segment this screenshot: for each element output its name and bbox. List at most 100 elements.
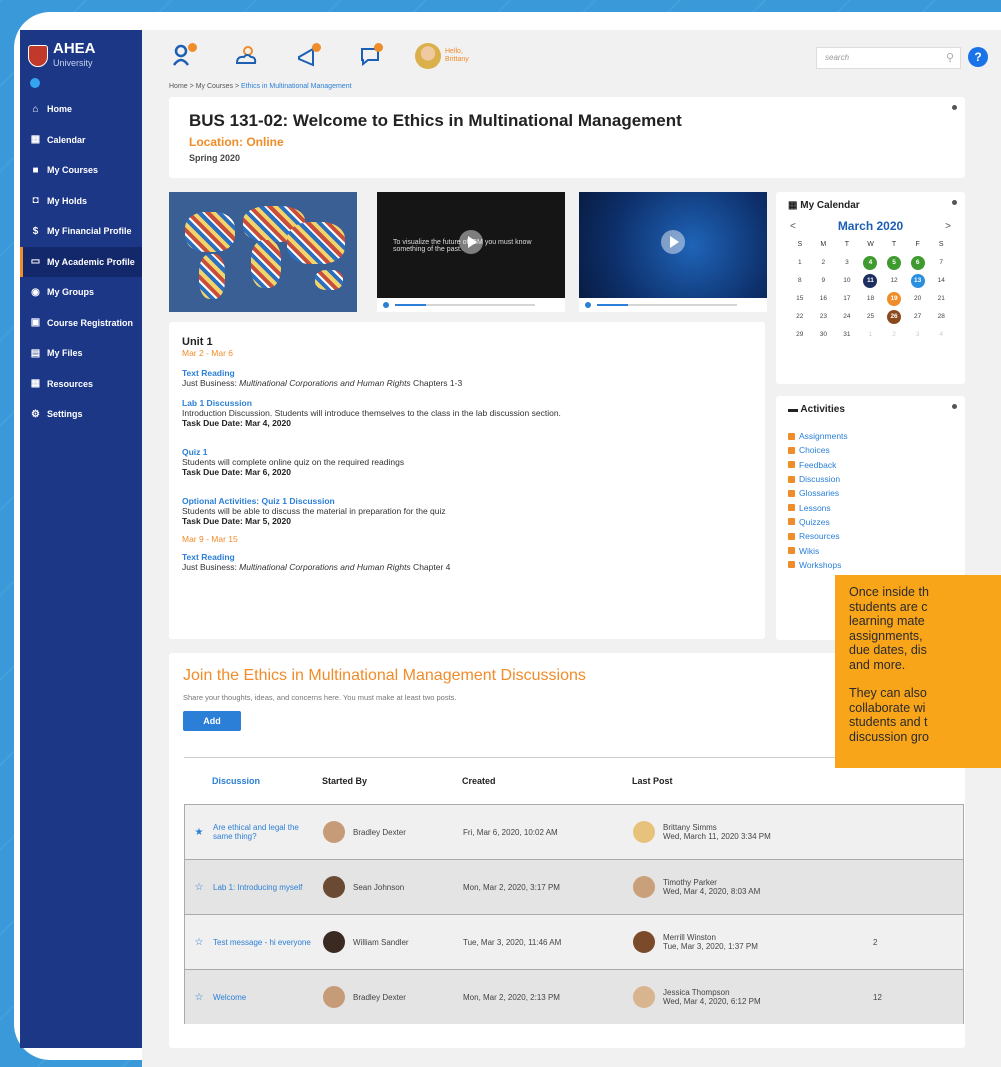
star-outline-icon[interactable]: ☆ xyxy=(185,882,213,893)
calendar-day[interactable]: 17 xyxy=(835,292,859,306)
calendar-day[interactable]: 30 xyxy=(812,328,836,342)
calendar-day[interactable]: 12 xyxy=(882,274,906,288)
activity-link[interactable]: Resources xyxy=(788,529,953,543)
calendar-day[interactable]: 4 xyxy=(859,256,883,270)
play-icon[interactable] xyxy=(661,230,685,255)
calendar-day[interactable]: 8 xyxy=(788,274,812,288)
breadcrumb-current[interactable]: Ethics in Multinational Management xyxy=(241,83,352,90)
video-player-2[interactable] xyxy=(579,192,767,312)
gear-icon[interactable] xyxy=(952,404,957,409)
calendar-day[interactable]: 16 xyxy=(812,292,836,306)
activity-link[interactable]: Lessons xyxy=(788,500,953,514)
calendar-day[interactable]: 9 xyxy=(812,274,836,288)
calendar-day[interactable]: 7 xyxy=(929,256,953,270)
quiz-link[interactable]: Quiz 1 xyxy=(182,447,752,457)
video-progress-bar[interactable] xyxy=(597,304,737,306)
sidebar-item-my-groups[interactable]: ◉ My Groups xyxy=(20,277,142,308)
activity-link[interactable]: Quizzes xyxy=(788,515,953,529)
calendar-day[interactable]: 28 xyxy=(929,310,953,324)
calendar-day[interactable]: 26 xyxy=(882,310,906,324)
discussion-link[interactable]: Test message - hi everyone xyxy=(213,938,323,947)
calendar-day[interactable]: 1 xyxy=(788,256,812,270)
weather-icon[interactable] xyxy=(229,41,263,71)
table-row[interactable]: ☆ Test message - hi everyone William Sandl… xyxy=(184,914,964,969)
activity-link[interactable]: Feedback xyxy=(788,458,953,472)
calendar-day[interactable]: 27 xyxy=(906,310,930,324)
university-logo[interactable]: AHEA University xyxy=(20,30,142,72)
calendar-day[interactable]: 22 xyxy=(788,310,812,324)
sidebar-item-course-registration[interactable]: ▣ Course Registration xyxy=(20,308,142,339)
calendar-day[interactable]: 23 xyxy=(812,310,836,324)
calendar-day[interactable]: 31 xyxy=(835,328,859,342)
add-discussion-button[interactable]: Add xyxy=(183,711,241,731)
gear-icon[interactable] xyxy=(952,105,957,110)
calendar-day[interactable]: 24 xyxy=(835,310,859,324)
discussion-link[interactable]: Lab 1: Introducing myself xyxy=(213,883,323,892)
activity-link[interactable]: Wikis xyxy=(788,543,953,557)
column-header[interactable]: Created xyxy=(462,776,632,786)
calendar-day[interactable]: 11 xyxy=(859,274,883,288)
activity-link[interactable]: Assignments xyxy=(788,429,953,443)
calendar-day[interactable]: 6 xyxy=(906,256,930,270)
calendar-day[interactable]: 1 xyxy=(859,328,883,342)
breadcrumb-home[interactable]: Home xyxy=(169,83,188,90)
calendar-day[interactable]: 3 xyxy=(835,256,859,270)
calendar-day[interactable]: 2 xyxy=(812,256,836,270)
sidebar-item-settings[interactable]: ⚙ Settings xyxy=(20,399,142,430)
table-row[interactable]: ☆ Lab 1: Introducing myself Sean Johnson Mo… xyxy=(184,859,964,914)
sidebar-item-my-courses[interactable]: ■ My Courses xyxy=(20,155,142,186)
calendar-day[interactable]: 13 xyxy=(906,274,930,288)
calendar-day[interactable]: 15 xyxy=(788,292,812,306)
breadcrumb-my-courses[interactable]: My Courses xyxy=(196,83,233,90)
world-map-image[interactable] xyxy=(169,192,357,312)
star-filled-icon[interactable]: ★ xyxy=(185,827,213,838)
sidebar-item-my-holds[interactable]: ◘ My Holds xyxy=(20,186,142,217)
column-header[interactable]: Started By xyxy=(322,776,462,786)
calendar-day[interactable]: 29 xyxy=(788,328,812,342)
user-avatar[interactable] xyxy=(415,43,441,69)
chevron-right-icon[interactable]: > xyxy=(945,221,951,232)
video-player-1[interactable]: To visualize the future of IBM you must … xyxy=(377,192,565,312)
search-icon[interactable]: ⚲ xyxy=(946,51,954,64)
chat-icon[interactable] xyxy=(353,41,387,71)
calendar-day[interactable]: 2 xyxy=(882,328,906,342)
video-progress-bar[interactable] xyxy=(395,304,535,306)
sidebar-item-academic-profile[interactable]: ▭ My Academic Profile xyxy=(20,246,142,277)
calendar-day[interactable]: 5 xyxy=(882,256,906,270)
activity-link[interactable]: Glossaries xyxy=(788,486,953,500)
sidebar-item-financial-profile[interactable]: $ My Financial Profile xyxy=(20,216,142,247)
sidebar-item-calendar[interactable]: ▦ Calendar xyxy=(20,125,142,156)
calendar-day[interactable]: 14 xyxy=(929,274,953,288)
lab-discussion-link[interactable]: Lab 1 Discussion xyxy=(182,398,752,408)
activity-link[interactable]: Discussion xyxy=(788,472,953,486)
play-toggle-icon[interactable] xyxy=(585,302,591,308)
megaphone-icon[interactable] xyxy=(291,41,325,71)
sidebar-item-my-files[interactable]: ▤ My Files xyxy=(20,338,142,369)
text-reading-link[interactable]: Text Reading xyxy=(182,368,752,378)
calendar-day[interactable]: 3 xyxy=(906,328,930,342)
calendar-day[interactable]: 25 xyxy=(859,310,883,324)
search-input[interactable]: search ⚲ xyxy=(816,47,961,69)
optional-activity-link[interactable]: Optional Activities: Quiz 1 Discussion xyxy=(182,496,752,506)
table-row[interactable]: ☆ Welcome Bradley Dexter Mon, Mar 2, 2020, … xyxy=(184,969,964,1024)
star-outline-icon[interactable]: ☆ xyxy=(185,937,213,948)
discussion-link[interactable]: Are ethical and legal the same thing? xyxy=(213,823,323,841)
calendar-day[interactable]: 18 xyxy=(859,292,883,306)
activity-link[interactable]: Workshops xyxy=(788,558,953,572)
column-header[interactable]: Last Post xyxy=(632,776,872,786)
calendar-day[interactable]: 20 xyxy=(906,292,930,306)
chevron-left-icon[interactable]: < xyxy=(790,221,796,232)
people-icon[interactable] xyxy=(167,41,201,71)
sidebar-item-resources[interactable]: ▦ Resources xyxy=(20,369,142,400)
calendar-day[interactable]: 19 xyxy=(882,292,906,306)
gear-icon[interactable] xyxy=(952,200,957,205)
calendar-day[interactable]: 21 xyxy=(929,292,953,306)
calendar-day[interactable]: 4 xyxy=(929,328,953,342)
text-reading-link[interactable]: Text Reading xyxy=(182,552,752,562)
star-outline-icon[interactable]: ☆ xyxy=(185,992,213,1003)
play-toggle-icon[interactable] xyxy=(383,302,389,308)
activity-link[interactable]: Choices xyxy=(788,443,953,457)
help-button[interactable]: ? xyxy=(968,47,988,67)
sidebar-item-home[interactable]: ⌂ Home xyxy=(20,94,142,125)
collapse-sidebar-icon[interactable] xyxy=(30,78,40,88)
